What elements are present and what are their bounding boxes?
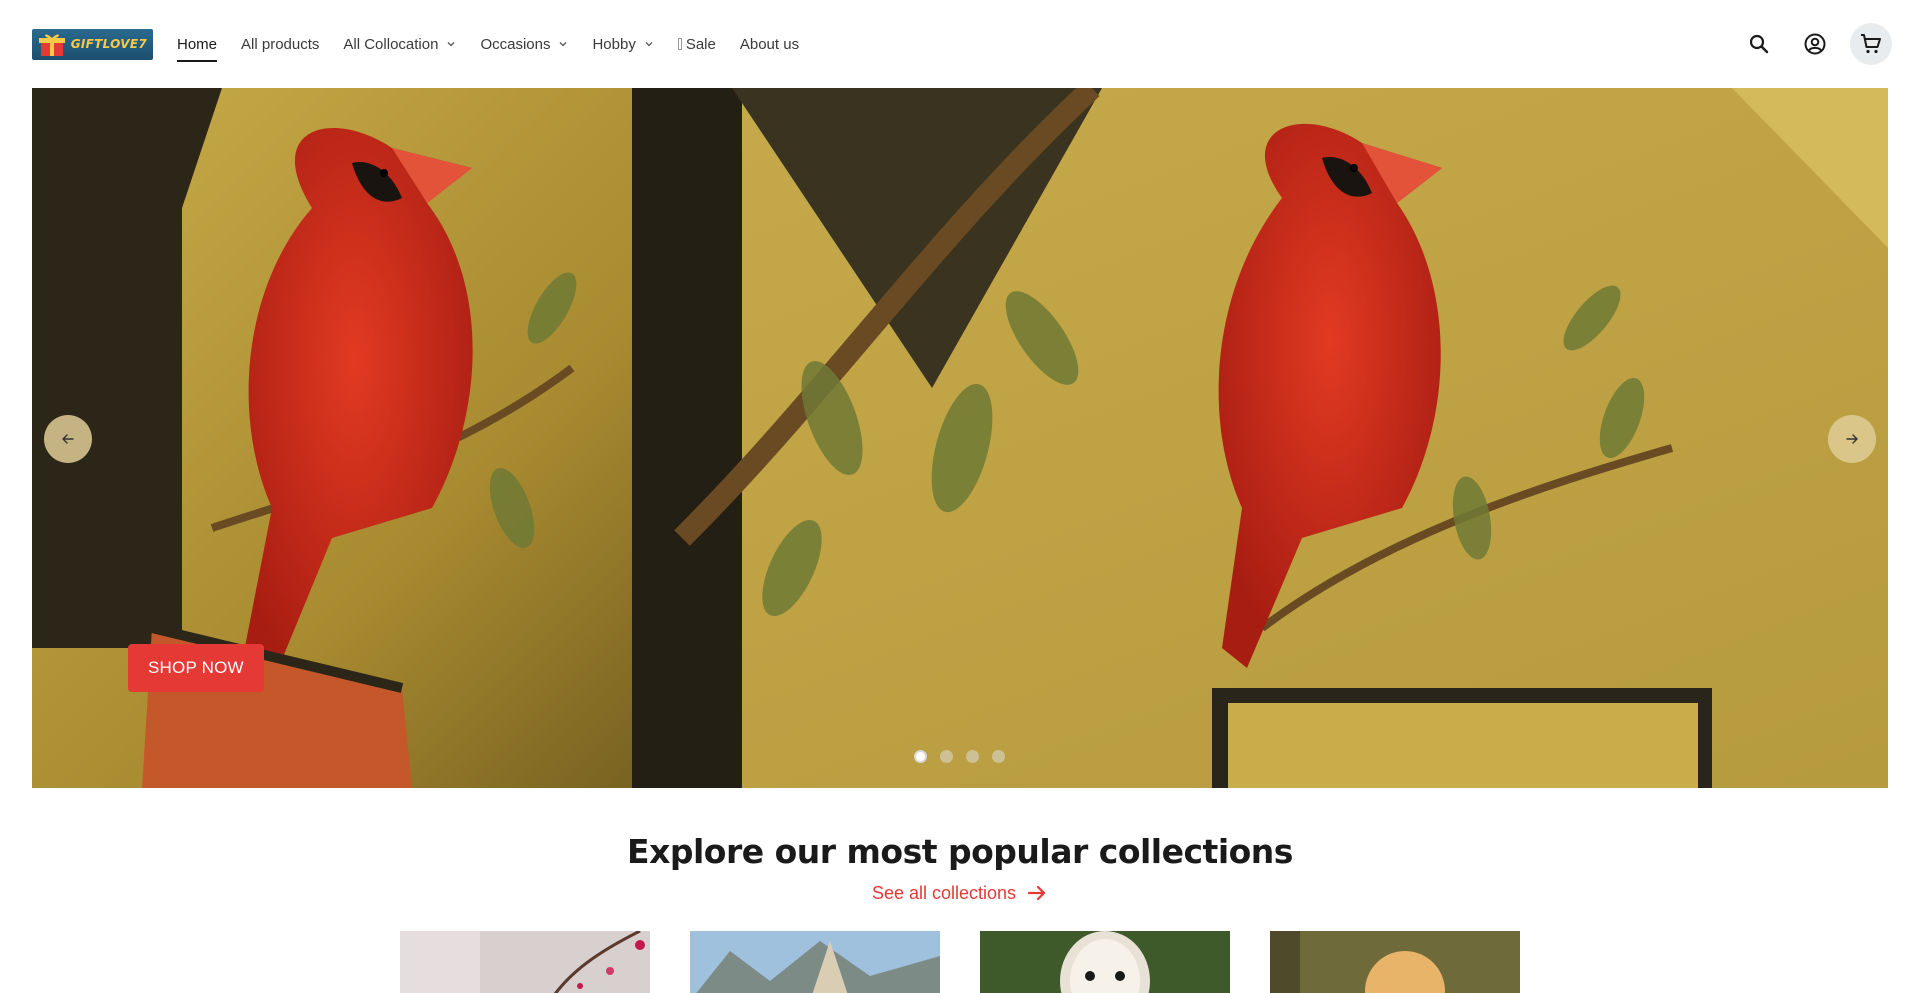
arrow-left-icon <box>62 434 74 444</box>
hero-image <box>32 88 1888 788</box>
arrow-right-icon <box>1027 885 1046 901</box>
nav-all-products-label: All products <box>241 35 320 53</box>
nav-all-products[interactable]: All products <box>241 0 319 88</box>
see-all-collections-link[interactable]: See all collections <box>0 882 1920 904</box>
search-button[interactable] <box>1738 23 1780 65</box>
collections-grid <box>400 931 1560 993</box>
missing-glyph-icon <box>677 38 682 50</box>
chevron-down-icon <box>560 42 567 47</box>
collection-image <box>400 931 650 993</box>
collections-title: Explore our most popular collections <box>627 832 1293 871</box>
nav-about-us-label: About us <box>739 35 800 53</box>
collection-card-owl[interactable] <box>980 931 1230 993</box>
slider-prev-button[interactable] <box>44 415 92 463</box>
gift-box-icon <box>39 34 65 56</box>
arrow-right-icon <box>1846 434 1858 444</box>
nav-sale[interactable]: Sale <box>677 0 716 88</box>
account-button[interactable] <box>1794 23 1836 65</box>
collection-card-blossom[interactable] <box>400 931 650 993</box>
collection-image <box>980 931 1230 993</box>
hero-slider: SHOP NOW <box>32 88 1888 788</box>
nav-occasions-label: Occasions <box>480 35 551 53</box>
slider-dot-3[interactable] <box>966 750 979 763</box>
collection-image <box>1270 931 1520 993</box>
chevron-down-icon <box>447 42 455 47</box>
site-header: GIFTLOVE7 Home All products All Collocat… <box>0 0 1920 88</box>
nav-home[interactable]: Home <box>177 0 218 88</box>
main-nav: Home All products All Collocation Occasi… <box>177 0 823 88</box>
slider-next-button[interactable] <box>1828 415 1876 463</box>
cart-icon <box>1861 34 1881 54</box>
slider-dot-1[interactable] <box>914 750 927 763</box>
slider-pagination <box>914 750 1018 763</box>
nav-all-collocation[interactable]: All Collocation <box>343 0 456 88</box>
nav-all-collocation-label: All Collocation <box>343 35 439 53</box>
nav-home-label: Home <box>177 35 218 53</box>
chevron-down-icon <box>645 42 653 47</box>
slider-dot-4[interactable] <box>992 750 1005 763</box>
account-icon <box>1804 33 1826 55</box>
nav-occasions[interactable]: Occasions <box>480 0 568 88</box>
nav-hobby-label: Hobby <box>592 35 636 53</box>
shop-now-button[interactable]: SHOP NOW <box>128 644 264 692</box>
slider-dot-2[interactable] <box>940 750 953 763</box>
site-logo[interactable]: GIFTLOVE7 <box>32 28 153 60</box>
nav-hobby[interactable]: Hobby <box>592 0 653 88</box>
collection-image <box>690 931 940 993</box>
search-icon <box>1749 34 1769 54</box>
cart-button[interactable] <box>1850 23 1892 65</box>
collection-card-tipi[interactable] <box>690 931 940 993</box>
nav-sale-label: Sale <box>685 35 716 53</box>
nav-about-us[interactable]: About us <box>740 0 799 88</box>
see-all-collections-label: See all collections <box>871 882 1017 903</box>
logo-text: GIFTLOVE7 <box>70 37 147 51</box>
collection-card-chick[interactable] <box>1270 931 1520 993</box>
header-actions <box>1724 23 1892 65</box>
